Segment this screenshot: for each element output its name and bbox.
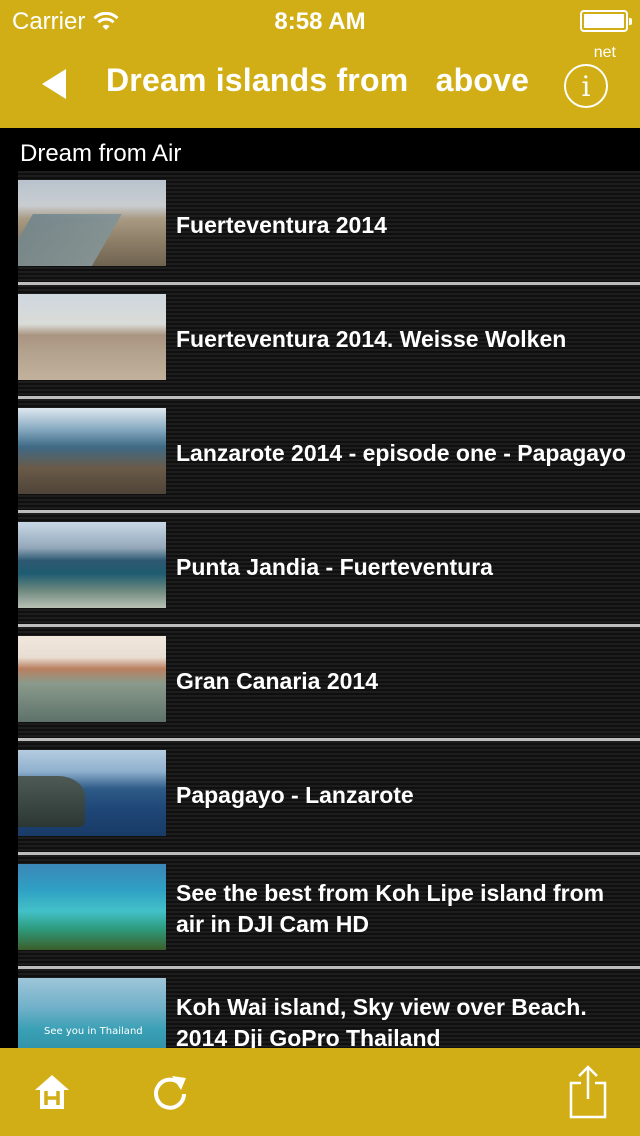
home-icon	[35, 1075, 69, 1109]
page-title: Dream islands from above	[106, 62, 530, 98]
video-title: Papagayo - Lanzarote	[176, 781, 414, 808]
home-button[interactable]	[26, 1066, 78, 1118]
bottom-toolbar	[0, 1048, 640, 1136]
back-arrow-icon	[42, 69, 66, 99]
refresh-button[interactable]	[144, 1066, 196, 1118]
net-label: net	[593, 44, 616, 61]
video-row[interactable]: Fuerteventura 2014	[18, 168, 640, 282]
back-button[interactable]	[30, 62, 78, 106]
video-list-container[interactable]: Dream from Air Fuerteventura 2014 Fuerte…	[0, 128, 640, 1048]
video-list: Fuerteventura 2014 Fuerteventura 2014. W…	[18, 168, 640, 1048]
status-bar: Carrier 8:58 AM	[0, 0, 640, 40]
video-thumbnail: See you in Thailand	[18, 978, 166, 1048]
section-header: Dream from Air	[20, 140, 182, 167]
video-row[interactable]: See the best from Koh Lipe island from a…	[18, 852, 640, 966]
video-row[interactable]: Gran Canaria 2014	[18, 624, 640, 738]
share-icon	[569, 1065, 607, 1119]
share-button[interactable]	[562, 1065, 614, 1119]
video-thumbnail	[18, 750, 166, 836]
video-title: Fuerteventura 2014. Weisse Wolken	[176, 325, 567, 352]
video-row[interactable]: See you in Thailand Koh Wai island, Sky …	[18, 966, 640, 1048]
video-thumbnail	[18, 180, 166, 266]
video-thumbnail	[18, 636, 166, 722]
video-row[interactable]: Lanzarote 2014 - episode one - Papagayo	[18, 396, 640, 510]
video-thumbnail	[18, 522, 166, 608]
video-title: Punta Jandia - Fuerteventura	[176, 553, 493, 580]
video-row[interactable]: Fuerteventura 2014. Weisse Wolken	[18, 282, 640, 396]
video-title: Fuerteventura 2014	[176, 211, 387, 238]
status-time: 8:58 AM	[274, 8, 366, 35]
video-thumbnail	[18, 864, 166, 950]
video-title: Lanzarote 2014 - episode one - Papagayo	[176, 439, 626, 466]
video-title: Koh Wai island, Sky view over Beach. 201…	[176, 994, 587, 1048]
video-title: See the best from Koh Lipe island from a…	[176, 880, 605, 937]
info-icon: i	[581, 69, 591, 103]
video-thumbnail	[18, 294, 166, 380]
video-thumbnail	[18, 408, 166, 494]
refresh-icon	[154, 1076, 186, 1110]
video-row[interactable]: Punta Jandia - Fuerteventura	[18, 510, 640, 624]
navigation-bar: Dream islands from above net i	[0, 40, 640, 128]
thumbnail-caption: See you in Thailand	[44, 1026, 143, 1037]
video-title: Gran Canaria 2014	[176, 667, 379, 694]
battery-icon	[580, 10, 632, 32]
video-row[interactable]: Papagayo - Lanzarote	[18, 738, 640, 852]
info-button[interactable]: i	[564, 64, 608, 108]
